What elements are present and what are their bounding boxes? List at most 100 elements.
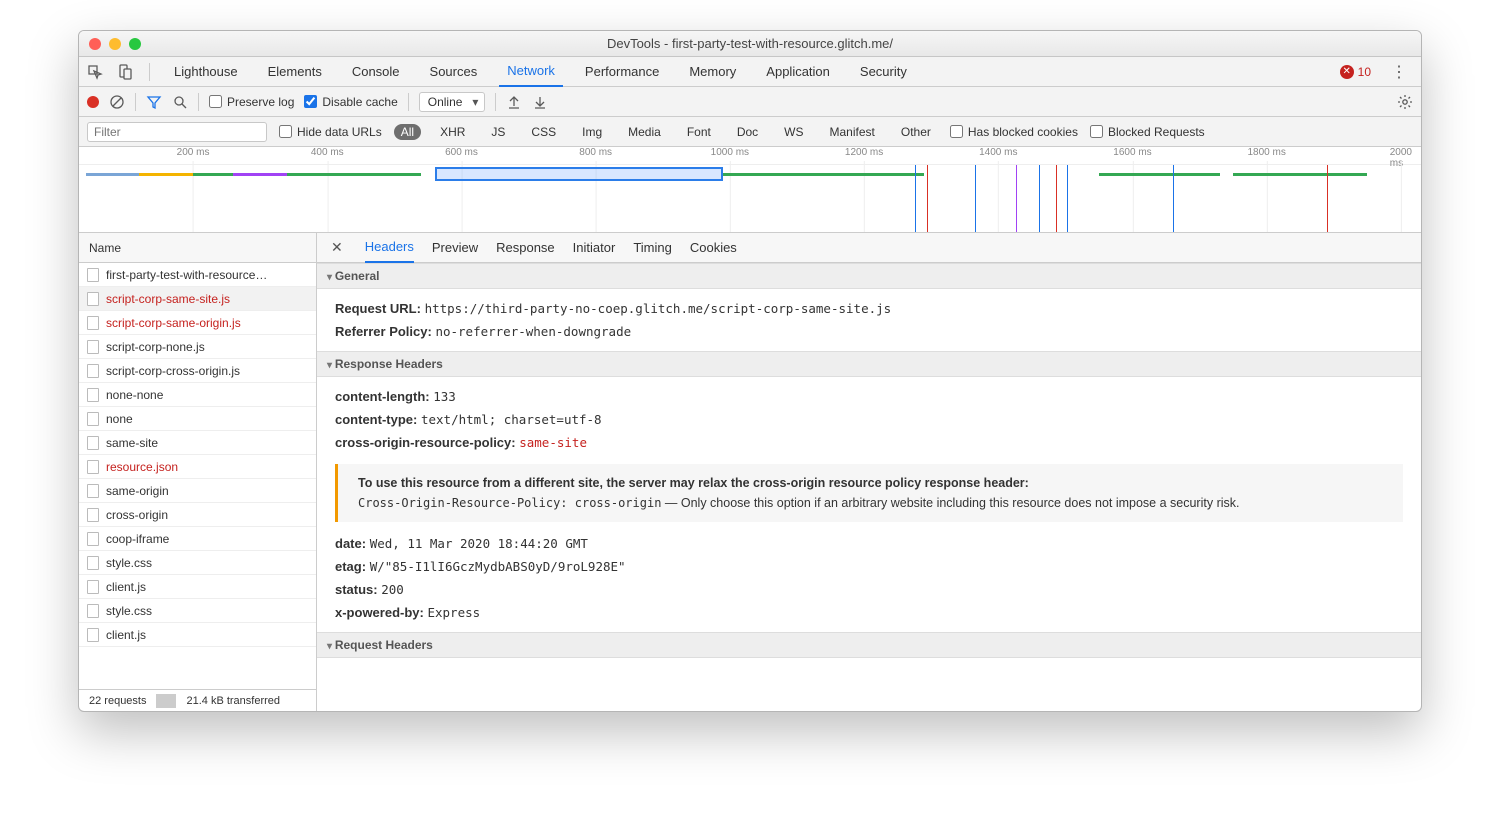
selection-range[interactable] — [435, 167, 724, 181]
detail-tabs: ✕ Headers Preview Response Initiator Tim… — [317, 233, 1421, 263]
more-menu-icon[interactable]: ⋮ — [1385, 62, 1413, 82]
tab-network[interactable]: Network — [499, 57, 563, 87]
blocked-requests-checkbox[interactable]: Blocked Requests — [1090, 125, 1205, 139]
type-other[interactable]: Other — [894, 124, 938, 140]
marker — [1327, 165, 1328, 232]
hdr-x-powered-by: x-powered-by: Express — [335, 601, 1403, 624]
file-icon — [87, 388, 99, 402]
inspect-icon[interactable] — [87, 64, 103, 80]
dtab-cookies[interactable]: Cookies — [690, 233, 737, 263]
tab-performance[interactable]: Performance — [577, 57, 667, 87]
type-css[interactable]: CSS — [524, 124, 563, 140]
type-media[interactable]: Media — [621, 124, 668, 140]
request-row[interactable]: script-corp-cross-origin.js — [79, 359, 316, 383]
tick: 1000 ms — [711, 147, 749, 158]
type-js[interactable]: JS — [484, 124, 512, 140]
window-title: DevTools - first-party-test-with-resourc… — [79, 36, 1421, 51]
request-row[interactable]: client.js — [79, 575, 316, 599]
corp-callout: To use this resource from a different si… — [335, 464, 1403, 522]
request-row[interactable]: same-origin — [79, 479, 316, 503]
tab-lighthouse[interactable]: Lighthouse — [166, 57, 246, 87]
separator — [149, 63, 150, 81]
preserve-log-checkbox[interactable]: Preserve log — [209, 95, 294, 109]
request-row[interactable]: resource.json — [79, 455, 316, 479]
request-row[interactable]: script-corp-same-origin.js — [79, 311, 316, 335]
request-row[interactable]: none — [79, 407, 316, 431]
tick: 1800 ms — [1247, 147, 1285, 158]
request-detail-panel: ✕ Headers Preview Response Initiator Tim… — [317, 233, 1421, 711]
hdr-date: date: Wed, 11 Mar 2020 18:44:20 GMT — [335, 532, 1403, 555]
dtab-headers[interactable]: Headers — [365, 233, 414, 263]
request-name: resource.json — [106, 460, 178, 474]
filter-icon[interactable] — [146, 94, 162, 110]
type-font[interactable]: Font — [680, 124, 718, 140]
main-split: Name first-party-test-with-resource…scri… — [79, 233, 1421, 711]
clear-icon[interactable] — [109, 94, 125, 110]
dtab-timing[interactable]: Timing — [633, 233, 672, 263]
type-ws[interactable]: WS — [777, 124, 810, 140]
marker — [1056, 165, 1057, 232]
request-row[interactable]: cross-origin — [79, 503, 316, 527]
search-icon[interactable] — [172, 94, 188, 110]
type-doc[interactable]: Doc — [730, 124, 765, 140]
requests-list[interactable]: first-party-test-with-resource…script-co… — [79, 263, 316, 689]
section-request-headers[interactable]: Request Headers — [317, 632, 1421, 658]
dtab-preview[interactable]: Preview — [432, 233, 478, 263]
type-all[interactable]: All — [394, 124, 421, 140]
file-icon — [87, 364, 99, 378]
hdr-content-length: content-length: 133 — [335, 385, 1403, 408]
section-response-headers[interactable]: Response Headers — [317, 351, 1421, 377]
throttling-value: Online — [428, 95, 463, 109]
network-toolbar: Preserve log Disable cache Online — [79, 87, 1421, 117]
transferred-size: 21.4 kB transferred — [176, 695, 290, 707]
tab-security[interactable]: Security — [852, 57, 915, 87]
tick: 1400 ms — [979, 147, 1017, 158]
hide-data-urls-checkbox[interactable]: Hide data URLs — [279, 125, 382, 139]
dtab-response[interactable]: Response — [496, 233, 555, 263]
hide-data-urls-label: Hide data URLs — [297, 125, 382, 139]
record-button[interactable] — [87, 96, 99, 108]
download-har-icon[interactable] — [532, 94, 548, 110]
type-img[interactable]: Img — [575, 124, 609, 140]
has-blocked-cookies-checkbox[interactable]: Has blocked cookies — [950, 125, 1078, 139]
titlebar: DevTools - first-party-test-with-resourc… — [79, 31, 1421, 57]
request-row[interactable]: client.js — [79, 623, 316, 647]
request-row[interactable]: script-corp-none.js — [79, 335, 316, 359]
tab-application[interactable]: Application — [758, 57, 838, 87]
request-name: script-corp-cross-origin.js — [106, 364, 240, 378]
request-row[interactable]: style.css — [79, 599, 316, 623]
detail-body[interactable]: General Request URL: https://third-party… — [317, 263, 1421, 711]
marker — [1067, 165, 1068, 232]
dtab-initiator[interactable]: Initiator — [573, 233, 616, 263]
tab-console[interactable]: Console — [344, 57, 408, 87]
request-row[interactable]: first-party-test-with-resource… — [79, 263, 316, 287]
error-counter[interactable]: ✕ 10 — [1340, 65, 1371, 79]
request-row[interactable]: same-site — [79, 431, 316, 455]
disable-cache-checkbox[interactable]: Disable cache — [304, 95, 397, 109]
request-row[interactable]: script-corp-same-site.js — [79, 287, 316, 311]
bar — [287, 173, 421, 176]
device-toggle-icon[interactable] — [117, 64, 133, 80]
waterfall-overview[interactable]: 200 ms 400 ms 600 ms 800 ms 1000 ms 1200… — [79, 147, 1421, 233]
tab-elements[interactable]: Elements — [260, 57, 330, 87]
close-detail-icon[interactable]: ✕ — [327, 239, 347, 256]
request-row[interactable]: style.css — [79, 551, 316, 575]
throttling-select[interactable]: Online — [419, 92, 486, 112]
request-count: 22 requests — [79, 695, 156, 707]
type-xhr[interactable]: XHR — [433, 124, 472, 140]
tick: 600 ms — [445, 147, 478, 158]
bar — [86, 173, 140, 176]
tab-memory[interactable]: Memory — [681, 57, 744, 87]
section-general[interactable]: General — [317, 263, 1421, 289]
separator — [135, 93, 136, 111]
hdr-status: status: 200 — [335, 578, 1403, 601]
settings-gear-icon[interactable] — [1397, 94, 1413, 110]
request-row[interactable]: none-none — [79, 383, 316, 407]
upload-har-icon[interactable] — [506, 94, 522, 110]
requests-header[interactable]: Name — [79, 233, 316, 263]
tab-sources[interactable]: Sources — [422, 57, 486, 87]
filter-input[interactable] — [87, 122, 267, 142]
request-name: none-none — [106, 388, 163, 402]
type-manifest[interactable]: Manifest — [823, 124, 882, 140]
request-row[interactable]: coop-iframe — [79, 527, 316, 551]
